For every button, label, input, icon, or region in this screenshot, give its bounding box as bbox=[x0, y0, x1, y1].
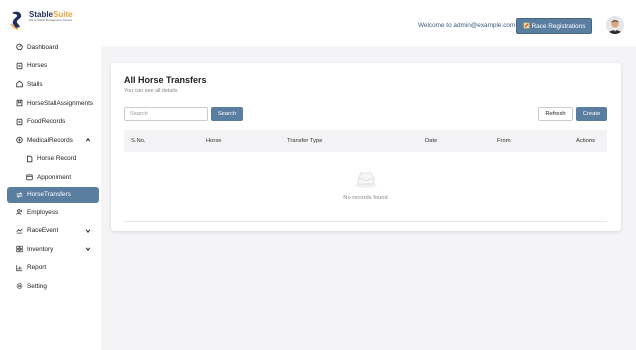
race-icon bbox=[16, 227, 23, 234]
page-subtitle: You can see all details bbox=[124, 88, 178, 94]
sidebar-item-horses[interactable]: Horses bbox=[0, 57, 101, 76]
race-registrations-button[interactable]: Race Registrations bbox=[516, 18, 592, 34]
sidebar-nav: Dashboard Horses Stalls HorseStallAssign… bbox=[0, 38, 101, 296]
refresh-button[interactable]: Refresh bbox=[538, 107, 573, 121]
create-button[interactable]: Create bbox=[576, 107, 607, 121]
table-header: S.No. Horse Transfer Type Date From Acti… bbox=[124, 130, 607, 152]
sidebar-item-inventory[interactable]: Inventory bbox=[0, 240, 101, 259]
search-button[interactable]: Search bbox=[211, 107, 243, 121]
medical-icon bbox=[16, 137, 23, 144]
dashboard-icon bbox=[16, 44, 23, 51]
brand-name: StableSuite bbox=[29, 10, 73, 19]
app: StableSuite Horse Stable Management Syst… bbox=[0, 0, 636, 350]
column-header-from: From bbox=[497, 138, 511, 144]
brand-logo[interactable]: StableSuite Horse Stable Management Syst… bbox=[9, 10, 99, 34]
main-content: All Horse Transfers You can see all deta… bbox=[101, 46, 636, 350]
edit-note-icon bbox=[523, 22, 530, 31]
gear-icon bbox=[16, 283, 23, 290]
sidebar-item-medicalrecords[interactable]: MedicalRecords bbox=[0, 131, 101, 150]
sidebar-item-dashboard[interactable]: Dashboard bbox=[0, 38, 101, 57]
inventory-icon bbox=[16, 246, 23, 253]
column-header-transfer-type: Transfer Type bbox=[287, 138, 323, 144]
horse-icon bbox=[16, 62, 23, 70]
sidebar-item-foodrecords[interactable]: FoodRecords bbox=[0, 112, 101, 131]
column-header-horse: Horse bbox=[206, 138, 222, 144]
welcome-text: Welcome to admin@example.com bbox=[418, 22, 516, 29]
empty-state: No records found bbox=[124, 152, 607, 222]
sidebar-item-horse-record[interactable]: Horse Record bbox=[0, 150, 101, 169]
brand-tagline: Horse Stable Management System bbox=[29, 19, 73, 22]
empty-state-text: No records found bbox=[343, 195, 388, 201]
sidebar-item-raceevent[interactable]: RaceEvent bbox=[0, 221, 101, 240]
column-header-date: Date bbox=[425, 138, 438, 144]
food-icon bbox=[16, 118, 23, 125]
sidebar-item-employess[interactable]: Employess bbox=[0, 203, 101, 222]
calendar-icon bbox=[26, 174, 33, 181]
page-title: All Horse Transfers bbox=[124, 75, 207, 85]
sidebar-item-stalls[interactable]: Stalls bbox=[0, 75, 101, 94]
column-header-actions: Actions bbox=[576, 138, 596, 144]
transfer-icon bbox=[16, 191, 23, 198]
horse-transfers-card: All Horse Transfers You can see all deta… bbox=[111, 63, 621, 231]
sidebar: StableSuite Horse Stable Management Syst… bbox=[0, 0, 101, 350]
column-header-sno: S.No. bbox=[131, 138, 146, 144]
sidebar-item-horsetransfers[interactable]: HorseTransfers bbox=[7, 186, 99, 203]
empty-inbox-icon bbox=[354, 170, 378, 188]
chevron-down-icon[interactable] bbox=[85, 228, 91, 234]
chevron-down-icon[interactable] bbox=[85, 246, 91, 252]
horse-logo-icon bbox=[9, 10, 25, 30]
chevron-up-icon[interactable] bbox=[85, 137, 91, 143]
sidebar-item-apponiment[interactable]: Apponiment bbox=[0, 168, 101, 187]
search-input[interactable]: Search bbox=[124, 107, 208, 121]
sidebar-item-horsestallassignments[interactable]: HorseStallAssignments bbox=[0, 94, 101, 113]
employees-icon bbox=[16, 209, 23, 216]
record-icon bbox=[26, 155, 33, 163]
sidebar-item-report[interactable]: Report bbox=[0, 259, 101, 278]
sidebar-item-setting[interactable]: Setting bbox=[0, 277, 101, 296]
avatar[interactable] bbox=[606, 16, 624, 34]
assignment-icon bbox=[16, 99, 23, 107]
report-icon bbox=[16, 264, 23, 272]
stalls-icon bbox=[16, 81, 23, 88]
